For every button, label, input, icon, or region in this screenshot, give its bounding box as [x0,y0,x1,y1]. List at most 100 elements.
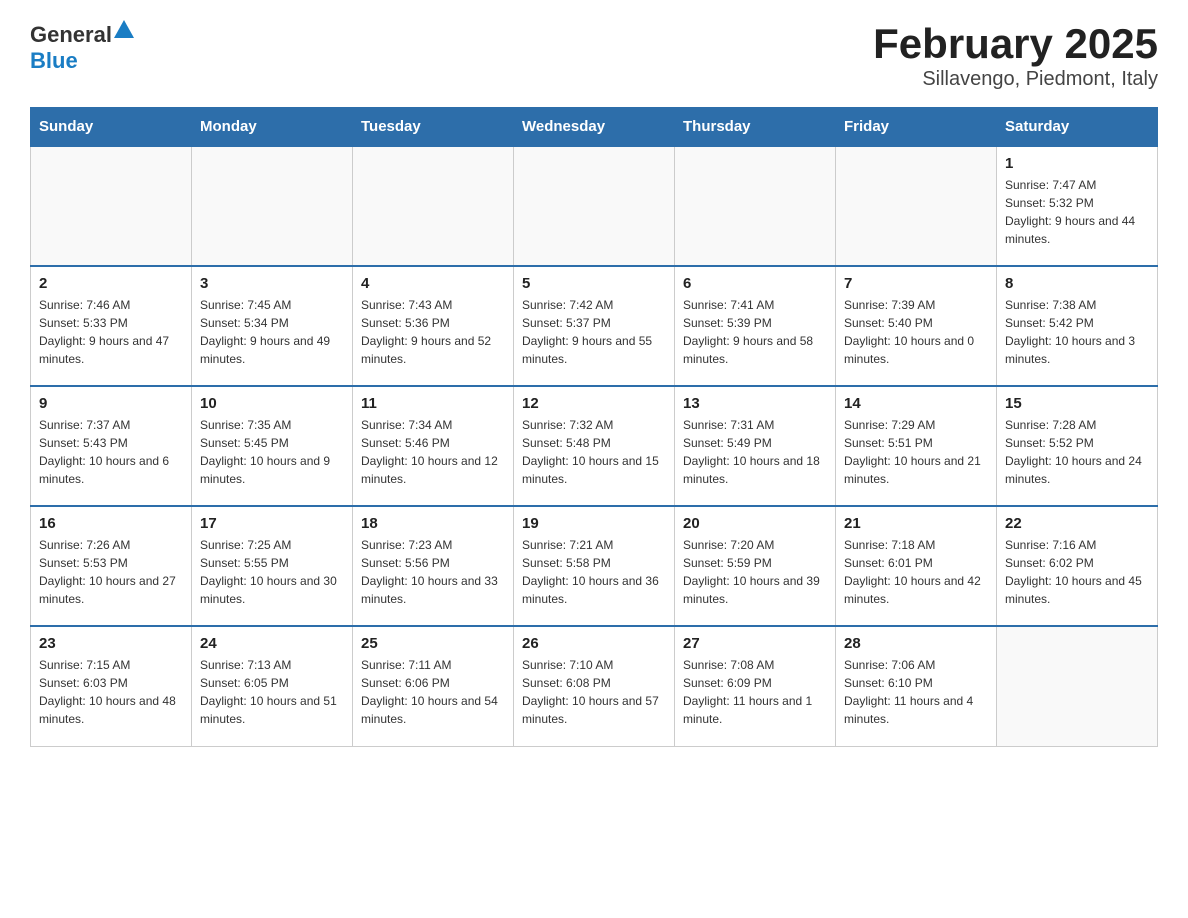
day-info: Sunrise: 7:37 AMSunset: 5:43 PMDaylight:… [39,416,183,488]
calendar-title: February 2025 [873,20,1158,68]
calendar-day-cell: 26 Sunrise: 7:10 AMSunset: 6:08 PMDayligh… [514,626,675,746]
day-info: Sunrise: 7:35 AMSunset: 5:45 PMDaylight:… [200,416,344,488]
day-number: 26 [522,635,666,652]
calendar-subtitle: Sillavengo, Piedmont, Italy [873,68,1158,91]
day-number: 16 [39,515,183,532]
day-number: 27 [683,635,827,652]
calendar-day-cell: 27 Sunrise: 7:08 AMSunset: 6:09 PMDayligh… [675,626,836,746]
day-info: Sunrise: 7:20 AMSunset: 5:59 PMDaylight:… [683,536,827,608]
day-info: Sunrise: 7:18 AMSunset: 6:01 PMDaylight:… [844,536,988,608]
day-number: 28 [844,635,988,652]
day-number: 1 [1005,155,1149,172]
calendar-day-cell: 20 Sunrise: 7:20 AMSunset: 5:59 PMDayligh… [675,506,836,626]
day-number: 24 [200,635,344,652]
calendar-day-cell: 18Sunrise: 7:23 AMSunset: 5:56 PMDayligh… [353,506,514,626]
day-header-row: Sunday Monday Tuesday Wednesday Thursday… [31,108,1158,147]
day-number: 8 [1005,275,1149,292]
logo-general: General [30,22,112,47]
calendar-day-cell [192,146,353,266]
day-info: Sunrise: 7:23 AMSunset: 5:56 PMDaylight:… [361,536,505,608]
day-info: Sunrise: 7:34 AMSunset: 5:46 PMDaylight:… [361,416,505,488]
calendar-day-cell: 24Sunrise: 7:13 AMSunset: 6:05 PMDayligh… [192,626,353,746]
day-info: Sunrise: 7:42 AMSunset: 5:37 PMDaylight:… [522,296,666,368]
calendar-day-cell: 16 Sunrise: 7:26 AMSunset: 5:53 PMDayligh… [31,506,192,626]
day-info: Sunrise: 7:08 AMSunset: 6:09 PMDaylight:… [683,656,827,728]
calendar-day-cell: 15 Sunrise: 7:28 AMSunset: 5:52 PMDayligh… [997,386,1158,506]
calendar-day-cell: 4 Sunrise: 7:43 AMSunset: 5:36 PMDaylight… [353,266,514,386]
calendar-body: 1Sunrise: 7:47 AMSunset: 5:32 PMDaylight… [31,146,1158,746]
day-number: 4 [361,275,505,292]
calendar-day-cell [997,626,1158,746]
calendar-day-cell: 2 Sunrise: 7:46 AMSunset: 5:33 PMDaylight… [31,266,192,386]
calendar-week-row: 16 Sunrise: 7:26 AMSunset: 5:53 PMDayligh… [31,506,1158,626]
day-number: 12 [522,395,666,412]
header-saturday: Saturday [997,108,1158,147]
day-info: Sunrise: 7:32 AMSunset: 5:48 PMDaylight:… [522,416,666,488]
day-number: 2 [39,275,183,292]
calendar-day-cell: 8 Sunrise: 7:38 AMSunset: 5:42 PMDaylight… [997,266,1158,386]
day-info: Sunrise: 7:38 AMSunset: 5:42 PMDaylight:… [1005,296,1149,368]
calendar-day-cell: 22Sunrise: 7:16 AMSunset: 6:02 PMDayligh… [997,506,1158,626]
day-info: Sunrise: 7:43 AMSunset: 5:36 PMDaylight:… [361,296,505,368]
calendar-day-cell: 12 Sunrise: 7:32 AMSunset: 5:48 PMDayligh… [514,386,675,506]
calendar-day-cell [675,146,836,266]
day-info: Sunrise: 7:15 AMSunset: 6:03 PMDaylight:… [39,656,183,728]
header-tuesday: Tuesday [353,108,514,147]
day-number: 21 [844,515,988,532]
day-info: Sunrise: 7:21 AMSunset: 5:58 PMDaylight:… [522,536,666,608]
calendar-day-cell: 13Sunrise: 7:31 AMSunset: 5:49 PMDayligh… [675,386,836,506]
header-friday: Friday [836,108,997,147]
day-info: Sunrise: 7:45 AMSunset: 5:34 PMDaylight:… [200,296,344,368]
logo-triangle-icon [114,20,134,38]
header-sunday: Sunday [31,108,192,147]
calendar-day-cell: 14Sunrise: 7:29 AMSunset: 5:51 PMDayligh… [836,386,997,506]
day-number: 5 [522,275,666,292]
calendar-day-cell: 6Sunrise: 7:41 AMSunset: 5:39 PMDaylight… [675,266,836,386]
header-wednesday: Wednesday [514,108,675,147]
calendar-day-cell [836,146,997,266]
header-thursday: Thursday [675,108,836,147]
day-number: 20 [683,515,827,532]
calendar-day-cell: 10Sunrise: 7:35 AMSunset: 5:45 PMDayligh… [192,386,353,506]
calendar-table: Sunday Monday Tuesday Wednesday Thursday… [30,107,1158,747]
day-number: 23 [39,635,183,652]
calendar-week-row: 1Sunrise: 7:47 AMSunset: 5:32 PMDaylight… [31,146,1158,266]
day-info: Sunrise: 7:31 AMSunset: 5:49 PMDaylight:… [683,416,827,488]
calendar-week-row: 2 Sunrise: 7:46 AMSunset: 5:33 PMDaylight… [31,266,1158,386]
page-header: General Blue February 2025 Sillavengo, P… [30,20,1158,91]
day-number: 11 [361,395,505,412]
day-info: Sunrise: 7:41 AMSunset: 5:39 PMDaylight:… [683,296,827,368]
calendar-day-cell: 3 Sunrise: 7:45 AMSunset: 5:34 PMDaylight… [192,266,353,386]
calendar-day-cell: 19 Sunrise: 7:21 AMSunset: 5:58 PMDayligh… [514,506,675,626]
calendar-day-cell [514,146,675,266]
calendar-day-cell: 28 Sunrise: 7:06 AMSunset: 6:10 PMDayligh… [836,626,997,746]
calendar-day-cell: 9 Sunrise: 7:37 AMSunset: 5:43 PMDaylight… [31,386,192,506]
logo-text: General Blue [30,20,134,74]
day-number: 25 [361,635,505,652]
calendar-day-cell: 7 Sunrise: 7:39 AMSunset: 5:40 PMDaylight… [836,266,997,386]
calendar-day-cell: 1Sunrise: 7:47 AMSunset: 5:32 PMDaylight… [997,146,1158,266]
day-info: Sunrise: 7:26 AMSunset: 5:53 PMDaylight:… [39,536,183,608]
calendar-week-row: 23 Sunrise: 7:15 AMSunset: 6:03 PMDayligh… [31,626,1158,746]
day-info: Sunrise: 7:11 AMSunset: 6:06 PMDaylight:… [361,656,505,728]
title-block: February 2025 Sillavengo, Piedmont, Ital… [873,20,1158,91]
day-number: 9 [39,395,183,412]
day-info: Sunrise: 7:39 AMSunset: 5:40 PMDaylight:… [844,296,988,368]
day-info: Sunrise: 7:29 AMSunset: 5:51 PMDaylight:… [844,416,988,488]
calendar-day-cell: 25 Sunrise: 7:11 AMSunset: 6:06 PMDayligh… [353,626,514,746]
day-number: 22 [1005,515,1149,532]
calendar-day-cell: 23 Sunrise: 7:15 AMSunset: 6:03 PMDayligh… [31,626,192,746]
day-number: 19 [522,515,666,532]
day-info: Sunrise: 7:46 AMSunset: 5:33 PMDaylight:… [39,296,183,368]
calendar-header: Sunday Monday Tuesday Wednesday Thursday… [31,108,1158,147]
calendar-day-cell [31,146,192,266]
day-number: 7 [844,275,988,292]
day-number: 15 [1005,395,1149,412]
day-info: Sunrise: 7:10 AMSunset: 6:08 PMDaylight:… [522,656,666,728]
day-info: Sunrise: 7:28 AMSunset: 5:52 PMDaylight:… [1005,416,1149,488]
day-info: Sunrise: 7:25 AMSunset: 5:55 PMDaylight:… [200,536,344,608]
day-number: 3 [200,275,344,292]
day-info: Sunrise: 7:06 AMSunset: 6:10 PMDaylight:… [844,656,988,728]
calendar-week-row: 9 Sunrise: 7:37 AMSunset: 5:43 PMDaylight… [31,386,1158,506]
calendar-day-cell: 21 Sunrise: 7:18 AMSunset: 6:01 PMDayligh… [836,506,997,626]
